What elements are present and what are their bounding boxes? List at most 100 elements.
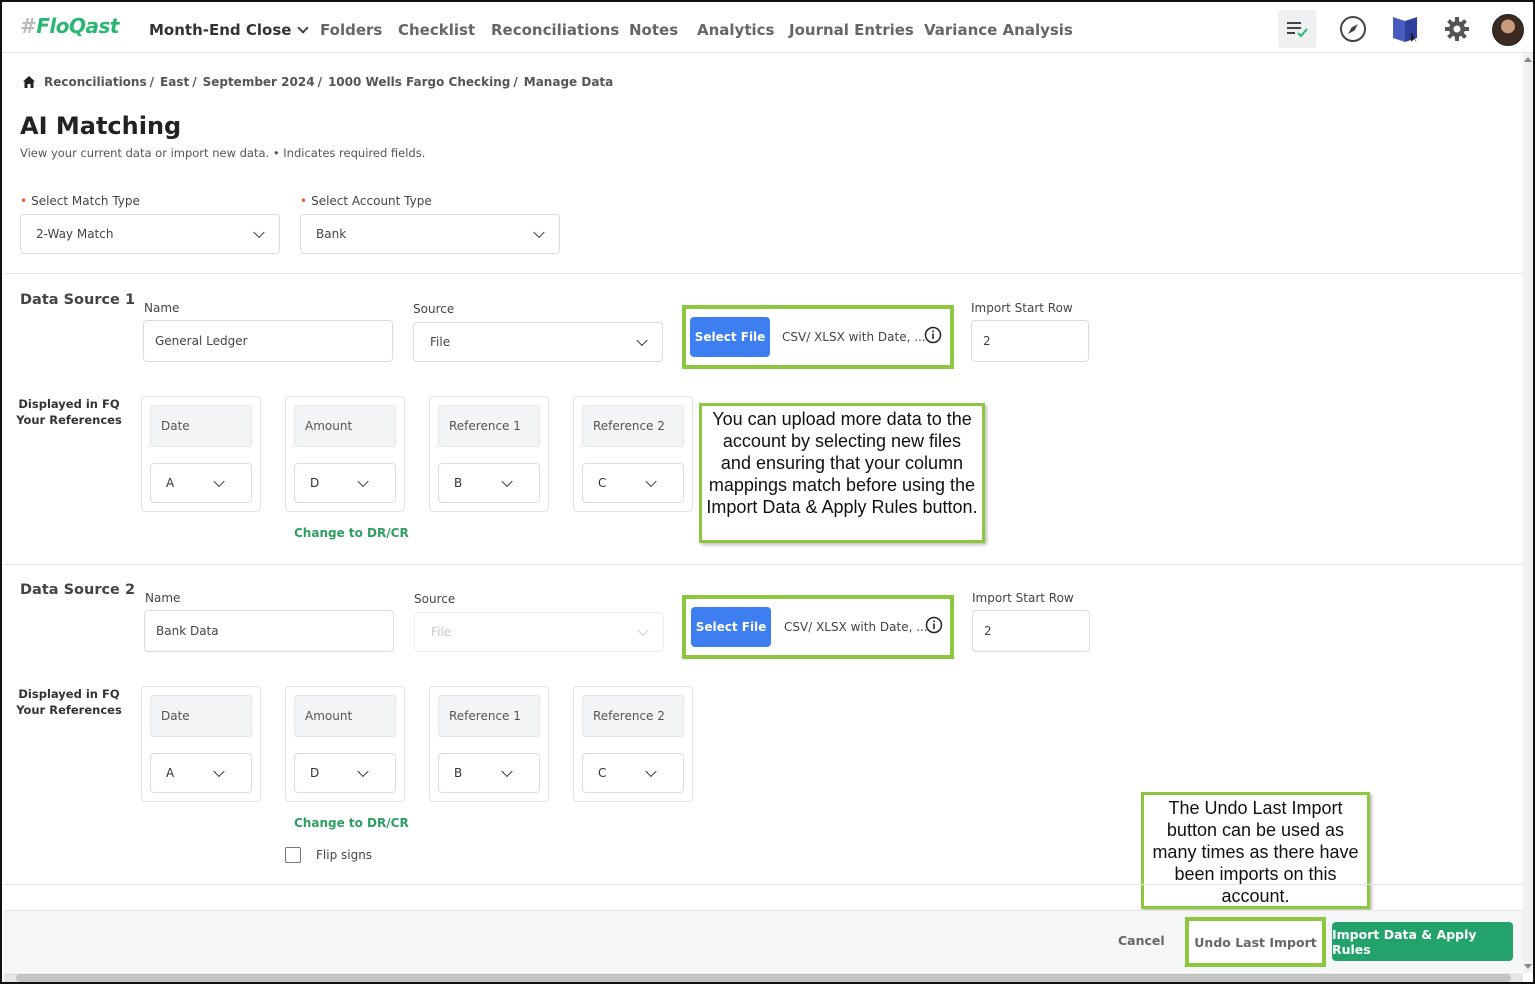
source-1-select-file-button[interactable]: Select File [690,317,770,357]
account-type-label: • Select Account Type [300,194,432,208]
info-icon[interactable] [925,616,943,634]
import-start-row-label: Import Start Row [971,301,1073,315]
breadcrumb-east[interactable]: East [160,75,189,89]
source-2-change-to-drcr-link[interactable]: Change to DR/CR [294,816,409,830]
divider [4,564,1523,565]
column-select[interactable]: D [294,463,396,503]
source-1-file-picker: Select File CSV/ XLSX with Date, ... [682,305,954,369]
breadcrumb-separator: / [149,75,154,89]
mapping-header: Reference 1 [438,695,540,737]
month-end-close-menu[interactable]: Month-End Close [149,21,310,39]
breadcrumb-reconciliations[interactable]: Reconciliations [44,75,147,89]
match-type-label-text: Select Match Type [31,194,140,208]
column-select[interactable]: B [438,753,540,793]
gear-icon[interactable] [1438,10,1476,48]
flip-signs-label: Flip signs [316,848,373,862]
vertical-scrollbar[interactable] [1523,53,1533,973]
name-label: Name [144,301,180,315]
column-select[interactable]: C [582,463,684,503]
source-1-amount-mapping: Amount D [285,396,405,512]
nav-notes[interactable]: Notes [629,21,678,39]
mapping-header: Reference 1 [438,405,540,447]
source-1-change-to-drcr-link[interactable]: Change to DR/CR [294,526,409,540]
chevron-down-icon [533,226,545,239]
file-format-hint: CSV/ XLSX with Date, ... [784,620,928,634]
column-select[interactable]: A [150,753,252,793]
displayed-in-fq-line2: Your References [16,703,122,717]
nav-variance-analysis[interactable]: Variance Analysis [924,21,1073,39]
source-2-start-row-input[interactable]: 2 [972,610,1090,652]
chevron-down-icon [645,765,657,778]
top-nav: #FloQast Month-End Close Folders Checkli… [2,2,1533,53]
breadcrumb-september-2024[interactable]: September 2024 [203,75,315,89]
upload-data-callout: You can upload more data to the account … [699,403,985,543]
breadcrumb-separator: / [317,75,322,89]
user-avatar[interactable] [1492,14,1524,46]
breadcrumb-manage-data: Manage Data [523,75,614,89]
source-1-source-select[interactable]: File [413,322,663,362]
source-label: Source [413,302,455,316]
home-icon[interactable] [22,75,36,89]
nav-checklist[interactable]: Checklist [398,21,475,39]
chevron-down-icon [357,475,369,488]
match-type-select[interactable]: 2-Way Match [20,214,280,254]
name-label: Name [145,591,181,605]
nav-analytics[interactable]: Analytics [697,21,774,39]
page-subtitle: View your current data or import new dat… [20,146,426,160]
source-1-start-row-input[interactable]: 2 [971,320,1089,362]
nav-folders[interactable]: Folders [320,21,382,39]
displayed-in-fq-line1: Displayed in FQ [18,687,120,701]
nav-reconciliations[interactable]: Reconciliations [491,21,619,39]
source-2-source-select: File [414,612,664,652]
horizontal-scrollbar[interactable] [4,973,1523,982]
source-2-name-input[interactable]: Bank Data [144,610,394,652]
column-select[interactable]: C [582,753,684,793]
chevron-down-icon [213,475,225,488]
mapping-header: Reference 2 [582,695,684,737]
flip-signs-checkbox[interactable] [285,847,301,863]
account-type-select[interactable]: Bank [300,214,560,254]
column-select[interactable]: B [438,463,540,503]
import-data-apply-rules-button[interactable]: Import Data & Apply Rules [1332,922,1513,961]
book-icon[interactable] [1386,10,1424,48]
source-2-date-mapping: Date A [141,686,261,802]
divider [4,273,1523,274]
source-label: Source [414,592,456,606]
undo-last-import-button[interactable]: Undo Last Import [1185,917,1326,967]
task-list-icon[interactable] [1278,10,1316,48]
scroll-up-icon[interactable] [1524,57,1532,62]
source-1-name-value: General Ledger [155,334,248,348]
chevron-down-icon [253,226,265,239]
column-value: B [454,766,463,780]
source-1-name-input[interactable]: General Ledger [143,320,393,362]
column-select[interactable]: A [150,463,252,503]
chevron-down-icon [213,765,225,778]
breadcrumb-separator: / [192,75,197,89]
chevron-down-icon [297,22,310,34]
source-2-reference-1-mapping: Reference 1 B [429,686,549,802]
mapping-header: Amount [294,405,396,447]
source-1-start-row-value: 2 [983,334,991,348]
nav-journal-entries[interactable]: Journal Entries [789,21,914,39]
chevron-down-icon [637,624,649,637]
source-2-select-file-button[interactable]: Select File [691,607,771,647]
column-select[interactable]: D [294,753,396,793]
compass-icon[interactable] [1334,10,1372,48]
column-value: B [454,476,463,490]
source-1-reference-1-mapping: Reference 1 B [429,396,549,512]
scroll-down-icon[interactable] [1524,964,1532,969]
cancel-button[interactable]: Cancel [1118,933,1165,948]
info-icon[interactable] [924,326,942,344]
mapping-header: Date [150,695,252,737]
displayed-in-fq-line2: Your References [16,413,122,427]
column-value: D [310,476,320,490]
floqast-logo[interactable]: #FloQast [20,14,119,38]
divider [4,884,1523,885]
source-2-amount-mapping: Amount D [285,686,405,802]
source-2-file-picker: Select File CSV/ XLSX with Date, ... [682,595,954,659]
source-2-reference-2-mapping: Reference 2 C [573,686,693,802]
scrollbar-thumb[interactable] [16,974,1511,982]
chevron-down-icon [357,765,369,778]
breadcrumb-account[interactable]: 1000 Wells Fargo Checking [328,75,510,89]
source-2-name-value: Bank Data [156,624,219,638]
